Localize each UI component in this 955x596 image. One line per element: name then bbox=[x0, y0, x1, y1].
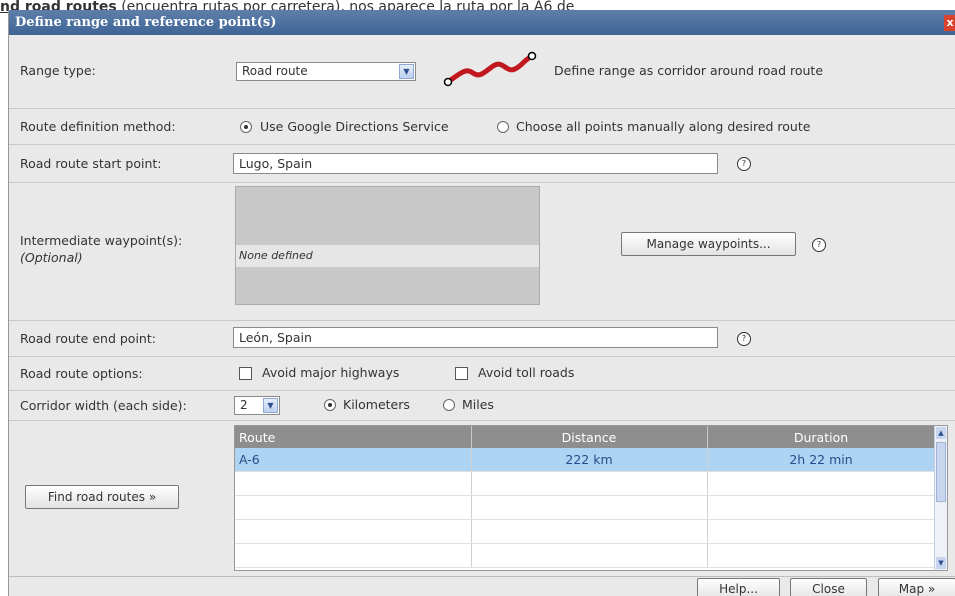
duration-cell: 2h 22 min bbox=[707, 448, 936, 472]
corridor-width-select[interactable]: 2 ▼ bbox=[234, 396, 280, 415]
column-header-distance[interactable]: Distance bbox=[471, 426, 708, 448]
avoid-tolls-checkbox[interactable] bbox=[455, 367, 468, 380]
radio-miles[interactable] bbox=[443, 399, 455, 411]
route-method-label: Route definition method: bbox=[20, 119, 176, 134]
radio-kilometers[interactable] bbox=[324, 399, 336, 411]
avoid-tolls-label: Avoid toll roads bbox=[478, 365, 575, 380]
table-row[interactable]: A-6 222 km 2h 22 min bbox=[235, 448, 936, 472]
dialog-title: Define range and reference point(s) bbox=[15, 15, 277, 30]
routes-header-row: Route Distance Duration bbox=[235, 426, 936, 448]
column-header-duration[interactable]: Duration bbox=[707, 426, 936, 448]
range-type-value: Road route bbox=[242, 64, 308, 78]
corridor-width-value: 2 bbox=[240, 398, 248, 412]
close-button[interactable]: Close bbox=[790, 578, 867, 596]
start-point-label: Road route start point: bbox=[20, 156, 162, 171]
dialog-titlebar: Define range and reference point(s) x bbox=[9, 10, 955, 35]
table-scrollbar[interactable]: ▲ ▼ bbox=[934, 426, 947, 570]
scroll-down-icon[interactable]: ▼ bbox=[936, 557, 946, 569]
dialog-footer: Help... Close Map » bbox=[9, 577, 955, 596]
radio-miles-label: Miles bbox=[462, 397, 494, 412]
scroll-up-icon[interactable]: ▲ bbox=[936, 427, 946, 439]
end-point-value: León, Spain bbox=[239, 330, 312, 345]
table-row bbox=[235, 519, 936, 544]
waypoints-label: Intermediate waypoint(s): bbox=[20, 233, 183, 248]
avoid-highways-label: Avoid major highways bbox=[262, 365, 400, 380]
find-road-routes-button[interactable]: Find road routes » bbox=[25, 485, 179, 509]
table-row bbox=[235, 543, 936, 568]
radio-manual[interactable] bbox=[497, 121, 509, 133]
start-point-value: Lugo, Spain bbox=[239, 156, 313, 171]
avoid-highways-checkbox[interactable] bbox=[239, 367, 252, 380]
waypoints-list[interactable]: None defined bbox=[235, 186, 540, 305]
find-routes-row: Find road routes » Route Distance Durati… bbox=[9, 421, 955, 577]
corridor-label: Corridor width (each side): bbox=[20, 398, 187, 413]
corridor-row: Corridor width (each side): 2 ▼ Kilomete… bbox=[9, 391, 955, 421]
help-button[interactable]: Help... bbox=[697, 578, 780, 596]
close-icon[interactable]: x bbox=[944, 15, 955, 31]
radio-google[interactable] bbox=[240, 121, 252, 133]
chevron-down-icon[interactable]: ▼ bbox=[263, 398, 278, 413]
end-point-row: Road route end point: León, Spain ? bbox=[9, 321, 955, 357]
start-point-input[interactable]: Lugo, Spain bbox=[233, 153, 718, 174]
road-options-label: Road route options: bbox=[20, 366, 143, 381]
range-type-label: Range type: bbox=[20, 63, 96, 78]
radio-google-label: Use Google Directions Service bbox=[260, 119, 449, 134]
road-options-row: Road route options: Avoid major highways… bbox=[9, 357, 955, 391]
chevron-down-icon[interactable]: ▼ bbox=[399, 64, 414, 79]
define-range-dialog: Define range and reference point(s) x Ra… bbox=[8, 10, 955, 596]
start-point-row: Road route start point: Lugo, Spain ? bbox=[9, 145, 955, 183]
range-type-select[interactable]: Road route ▼ bbox=[236, 62, 416, 81]
table-row bbox=[235, 495, 936, 520]
waypoints-sublabel: (Optional) bbox=[20, 250, 83, 265]
end-point-input[interactable]: León, Spain bbox=[233, 327, 718, 348]
radio-kilometers-label: Kilometers bbox=[343, 397, 410, 412]
range-type-row: Range type: Road route ▼ Define range as… bbox=[9, 35, 955, 109]
waypoints-row: Intermediate waypoint(s): (Optional) Non… bbox=[9, 183, 955, 321]
road-route-icon bbox=[443, 51, 537, 87]
route-method-row: Route definition method: Use Google Dire… bbox=[9, 109, 955, 145]
manage-waypoints-button[interactable]: Manage waypoints... bbox=[621, 232, 796, 256]
column-header-route[interactable]: Route bbox=[235, 426, 472, 448]
routes-table[interactable]: Route Distance Duration A-6 222 km 2h 22… bbox=[234, 425, 948, 571]
scrollbar-thumb[interactable] bbox=[936, 442, 946, 502]
help-icon[interactable]: ? bbox=[812, 238, 826, 252]
distance-cell: 222 km bbox=[471, 448, 708, 472]
map-button[interactable]: Map » bbox=[878, 578, 955, 596]
radio-manual-label: Choose all points manually along desired… bbox=[516, 119, 811, 134]
end-point-label: Road route end point: bbox=[20, 331, 156, 346]
table-row bbox=[235, 471, 936, 496]
help-icon[interactable]: ? bbox=[737, 332, 751, 346]
route-cell: A-6 bbox=[235, 448, 472, 472]
range-type-description: Define range as corridor around road rou… bbox=[554, 63, 824, 78]
help-icon[interactable]: ? bbox=[737, 157, 751, 171]
waypoints-empty: None defined bbox=[236, 245, 539, 267]
